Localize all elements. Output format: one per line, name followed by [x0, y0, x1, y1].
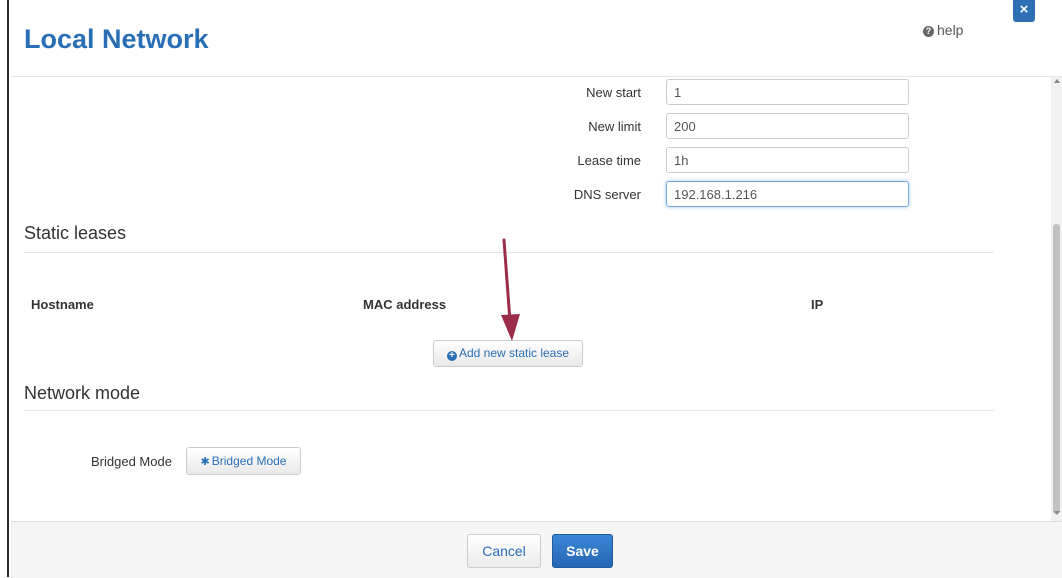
- scroll-thumb[interactable]: [1053, 224, 1060, 514]
- help-link[interactable]: ? help: [923, 22, 963, 38]
- modal-body: New start New limit Lease time DNS serve…: [11, 77, 1062, 521]
- scroll-down-icon[interactable]: [1054, 511, 1060, 515]
- page-title: Local Network: [24, 24, 209, 54]
- local-network-modal: Local Network ?help × New start New limi…: [11, 0, 1062, 578]
- modal-footer: Cancel Save: [11, 521, 1062, 578]
- close-icon: ×: [1019, 1, 1029, 18]
- save-button[interactable]: Save: [552, 534, 613, 568]
- modal-header: Local Network ? help ×: [11, 0, 1062, 77]
- close-button[interactable]: ×: [1013, 0, 1035, 22]
- annotation-arrow: [501, 238, 520, 341]
- scrollbar[interactable]: [1051, 77, 1062, 521]
- help-icon: ?: [923, 25, 934, 37]
- window-left-edge: [0, 0, 9, 577]
- scroll-up-icon[interactable]: [1054, 79, 1060, 83]
- cancel-button[interactable]: Cancel: [467, 534, 541, 568]
- help-label: help: [937, 22, 964, 38]
